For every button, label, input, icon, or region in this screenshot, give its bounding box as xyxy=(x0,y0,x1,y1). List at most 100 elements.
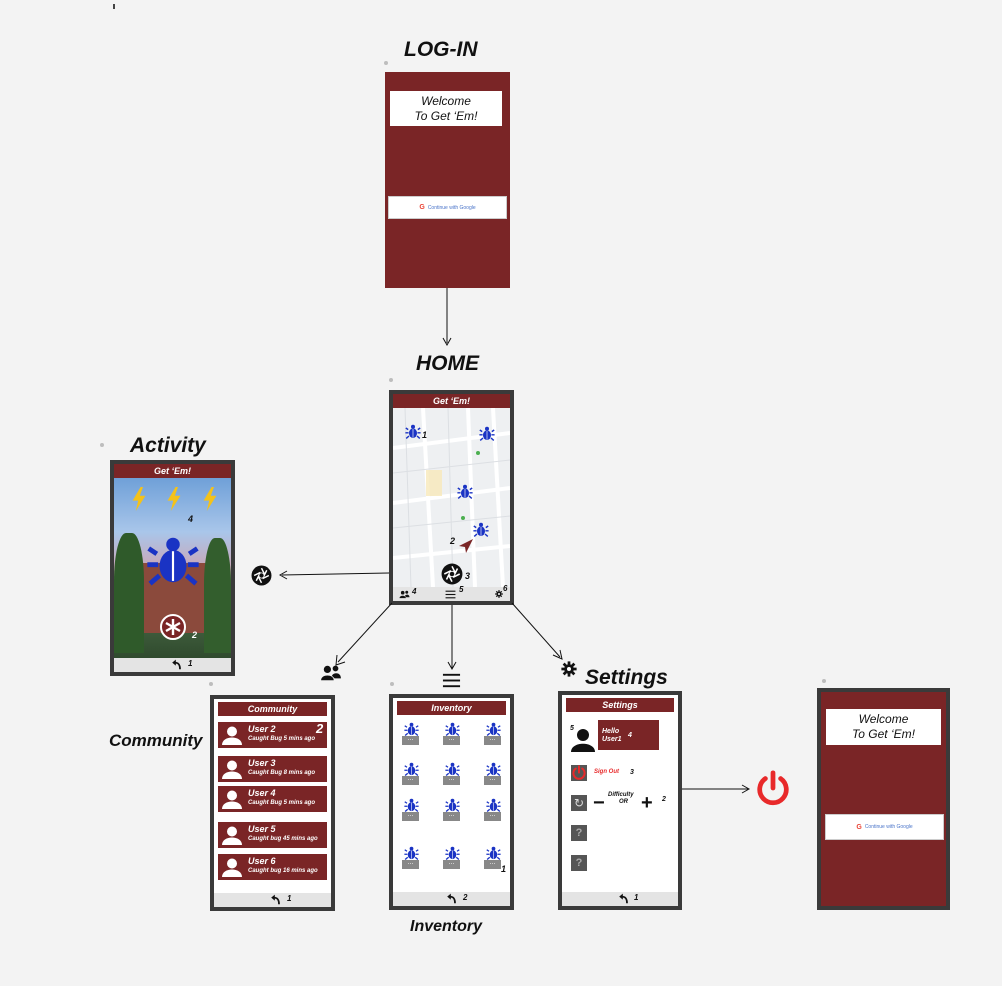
inventory-item[interactable]: ... xyxy=(484,762,501,785)
item-detail-button[interactable]: ... xyxy=(443,735,460,745)
profile-avatar-icon[interactable] xyxy=(571,728,595,752)
inventory-item[interactable]: ... xyxy=(484,798,501,821)
item-detail-button[interactable]: ... xyxy=(484,811,501,821)
hello-line-2: User1 xyxy=(602,736,622,743)
inventory-item[interactable]: ... xyxy=(443,846,460,869)
item-detail-button[interactable]: ... xyxy=(484,735,501,745)
inventory-item[interactable]: ... xyxy=(484,846,501,869)
back-icon[interactable] xyxy=(446,893,458,905)
inventory-item[interactable]: ... xyxy=(402,798,419,821)
user-status: Caught bug 16 mins ago xyxy=(248,868,318,874)
settings-gear-icon xyxy=(561,661,577,677)
logout-screen: Welcome To Get ‘Em! G Continue with Googl… xyxy=(817,688,950,910)
inventory-item[interactable]: ... xyxy=(402,846,419,869)
user-status: Caught Bug 5 mins ago xyxy=(248,736,316,742)
item-detail-button[interactable]: ... xyxy=(443,775,460,785)
signout-label[interactable]: Sign Out xyxy=(594,769,619,775)
difficulty-plus-button[interactable]: + xyxy=(641,793,653,813)
community-nav-bar: 1 xyxy=(214,893,331,907)
community-user-row[interactable]: User 3 Caught Bug 8 mins ago xyxy=(218,756,327,782)
user-status: Caught Bug 8 mins ago xyxy=(248,770,316,776)
back-icon[interactable] xyxy=(270,894,282,906)
user-status: Caught bug 45 mins ago xyxy=(248,836,318,842)
settings-header: Settings xyxy=(566,698,674,712)
user-name: User 5 xyxy=(248,824,276,834)
tree-right xyxy=(204,538,231,653)
item-detail-button[interactable]: ... xyxy=(443,811,460,821)
signout-number: 3 xyxy=(630,769,634,776)
community-user-row[interactable]: User 4 Caught Bug 5 mins ago xyxy=(218,786,327,812)
inventory-item[interactable]: ... xyxy=(443,722,460,745)
hello-label: 4 xyxy=(628,732,632,739)
item-detail-button[interactable]: ... xyxy=(402,811,419,821)
frame-marker xyxy=(390,682,394,686)
item-detail-button[interactable]: ... xyxy=(443,859,460,869)
difficulty-or: OR xyxy=(619,799,628,805)
inventory-item[interactable]: ... xyxy=(443,762,460,785)
inventory-item[interactable]: ... xyxy=(443,798,460,821)
settings-title: Settings xyxy=(585,666,668,689)
community-screen: Community 2 User 2 Caught Bug 5 mins ago U… xyxy=(210,695,335,911)
placeholder-setting-icon[interactable]: ? xyxy=(571,825,587,841)
user-name: User 2 xyxy=(248,724,276,734)
inventory-item[interactable]: ... xyxy=(402,762,419,785)
difficulty-number: 2 xyxy=(662,796,666,803)
user-name: User 3 xyxy=(248,758,276,768)
hello-line-1: Hello xyxy=(602,728,620,735)
community-badge: 2 xyxy=(316,721,324,736)
signout-button[interactable] xyxy=(571,765,587,781)
item-detail-button[interactable]: ... xyxy=(402,775,419,785)
settings-screen: Settings 5 Hello User1 4 Sign Out 3 ↻ − … xyxy=(558,691,682,910)
user-avatar-icon xyxy=(222,725,242,745)
welcome-box: Welcome To Get ‘Em! xyxy=(826,709,941,745)
activity-nav-bar: 1 xyxy=(114,658,231,672)
placeholder-setting-icon[interactable]: ? xyxy=(571,855,587,871)
frame-marker xyxy=(209,682,213,686)
community-icon xyxy=(320,664,342,682)
power-icon xyxy=(571,765,587,781)
inventory-screen: Inventory ..............................… xyxy=(389,694,514,910)
welcome-line-1: Welcome xyxy=(858,712,909,726)
inventory-header: Inventory xyxy=(397,701,506,715)
bug-icon xyxy=(146,533,200,591)
google-g-icon: G xyxy=(856,823,862,831)
user-avatar-icon xyxy=(222,857,242,877)
back-label: 1 xyxy=(287,894,292,903)
difficulty-label: Difficulty xyxy=(608,792,634,798)
difficulty-minus-button[interactable]: − xyxy=(593,793,605,813)
capture-label: 2 xyxy=(192,630,198,640)
energy-bolt-icon xyxy=(202,486,218,512)
back-icon[interactable] xyxy=(171,659,183,671)
item-detail-button[interactable]: ... xyxy=(402,859,419,869)
item-detail-button[interactable]: ... xyxy=(484,775,501,785)
user-name: User 6 xyxy=(248,856,276,866)
user-avatar-icon xyxy=(222,789,242,809)
frame-marker xyxy=(822,679,826,683)
arrow-settings-logout xyxy=(682,784,751,794)
back-label: 1 xyxy=(188,659,193,668)
community-user-row[interactable]: User 5 Caught bug 45 mins ago xyxy=(218,822,327,848)
google-signin-button[interactable]: G Continue with Google xyxy=(825,814,944,840)
activity-title: Activity xyxy=(130,434,206,457)
energy-label: 4 xyxy=(188,514,194,524)
item-detail-button[interactable]: ... xyxy=(484,859,501,869)
energy-bolt-icon xyxy=(131,486,147,512)
back-label: 2 xyxy=(463,893,468,902)
user-avatar-icon xyxy=(222,825,242,845)
capture-button[interactable] xyxy=(160,614,186,640)
frame-marker xyxy=(100,443,104,447)
camera-view: 4 2 xyxy=(114,478,231,658)
back-icon[interactable] xyxy=(618,893,630,905)
item-detail-button[interactable]: ... xyxy=(402,735,419,745)
community-user-row[interactable]: User 6 Caught bug 16 mins ago xyxy=(218,854,327,880)
capture-icon xyxy=(165,619,181,635)
inventory-item[interactable]: ... xyxy=(402,722,419,745)
user-status: Caught Bug 5 mins ago xyxy=(248,800,316,806)
inventory-nav-bar: 2 xyxy=(393,892,510,906)
activity-app-bar: Get ‘Em! xyxy=(114,464,231,478)
community-user-row[interactable]: User 2 Caught Bug 5 mins ago xyxy=(218,722,327,748)
inventory-item[interactable]: ... xyxy=(484,722,501,745)
hello-panel: Hello User1 4 xyxy=(598,720,659,750)
community-header: Community xyxy=(218,702,327,716)
user-avatar-icon xyxy=(222,759,242,779)
